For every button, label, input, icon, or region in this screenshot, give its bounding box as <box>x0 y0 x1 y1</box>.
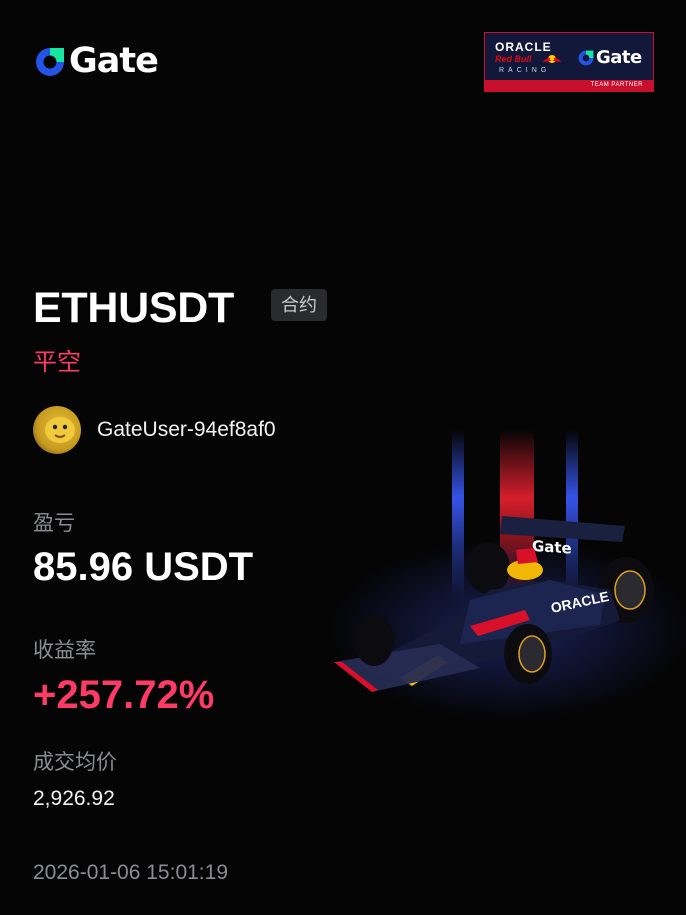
avatar-face-icon <box>45 417 75 443</box>
avg-price-label: 成交均价 <box>33 751 117 774</box>
front-tyre-right-rim <box>518 635 546 673</box>
user-row: GateUser-94ef8af0 <box>33 406 276 454</box>
gate-logo-text: Gate <box>69 41 159 81</box>
rear-tyre-right-rim <box>614 570 646 610</box>
rear-tyre-left <box>466 542 510 594</box>
gate-logo: Gate <box>33 41 159 81</box>
avg-price-value: 2,926.92 <box>33 787 115 810</box>
badge-gate-logo: Gate <box>577 47 642 68</box>
redbull-wordmark: Red Bull <box>495 54 532 64</box>
badge-gate-text: Gate <box>596 47 642 68</box>
team-partner-badge: ORACLE Red Bull RACING Gate TEAM PARTNER <box>484 32 654 92</box>
pnl-label: 盈亏 <box>33 512 75 535</box>
gate-logo-small-icon <box>578 50 594 65</box>
position-direction: 平空 <box>33 349 81 376</box>
rear-wing-gate-text: Gate <box>532 537 572 558</box>
trading-pair-symbol: ETHUSDT <box>33 284 234 332</box>
roi-label: 收益率 <box>33 639 96 662</box>
redbull-bulls-icon <box>542 55 562 63</box>
avatar <box>33 406 81 454</box>
pnl-value: 85.96 USDT <box>33 545 254 589</box>
racing-wordmark: RACING <box>499 67 551 74</box>
front-tyre-left <box>354 614 394 666</box>
roi-value: +257.72% <box>33 673 215 717</box>
timestamp: 2026-01-06 15:01:19 <box>33 861 228 884</box>
team-partner-strip: TEAM PARTNER <box>485 80 653 91</box>
contract-type-tag: 合约 <box>271 289 327 321</box>
f1-car-illustration: Gate ORACLE <box>330 430 686 720</box>
username: GateUser-94ef8af0 <box>97 418 276 441</box>
oracle-wordmark: ORACLE <box>495 40 552 54</box>
gate-logo-icon <box>36 47 64 76</box>
